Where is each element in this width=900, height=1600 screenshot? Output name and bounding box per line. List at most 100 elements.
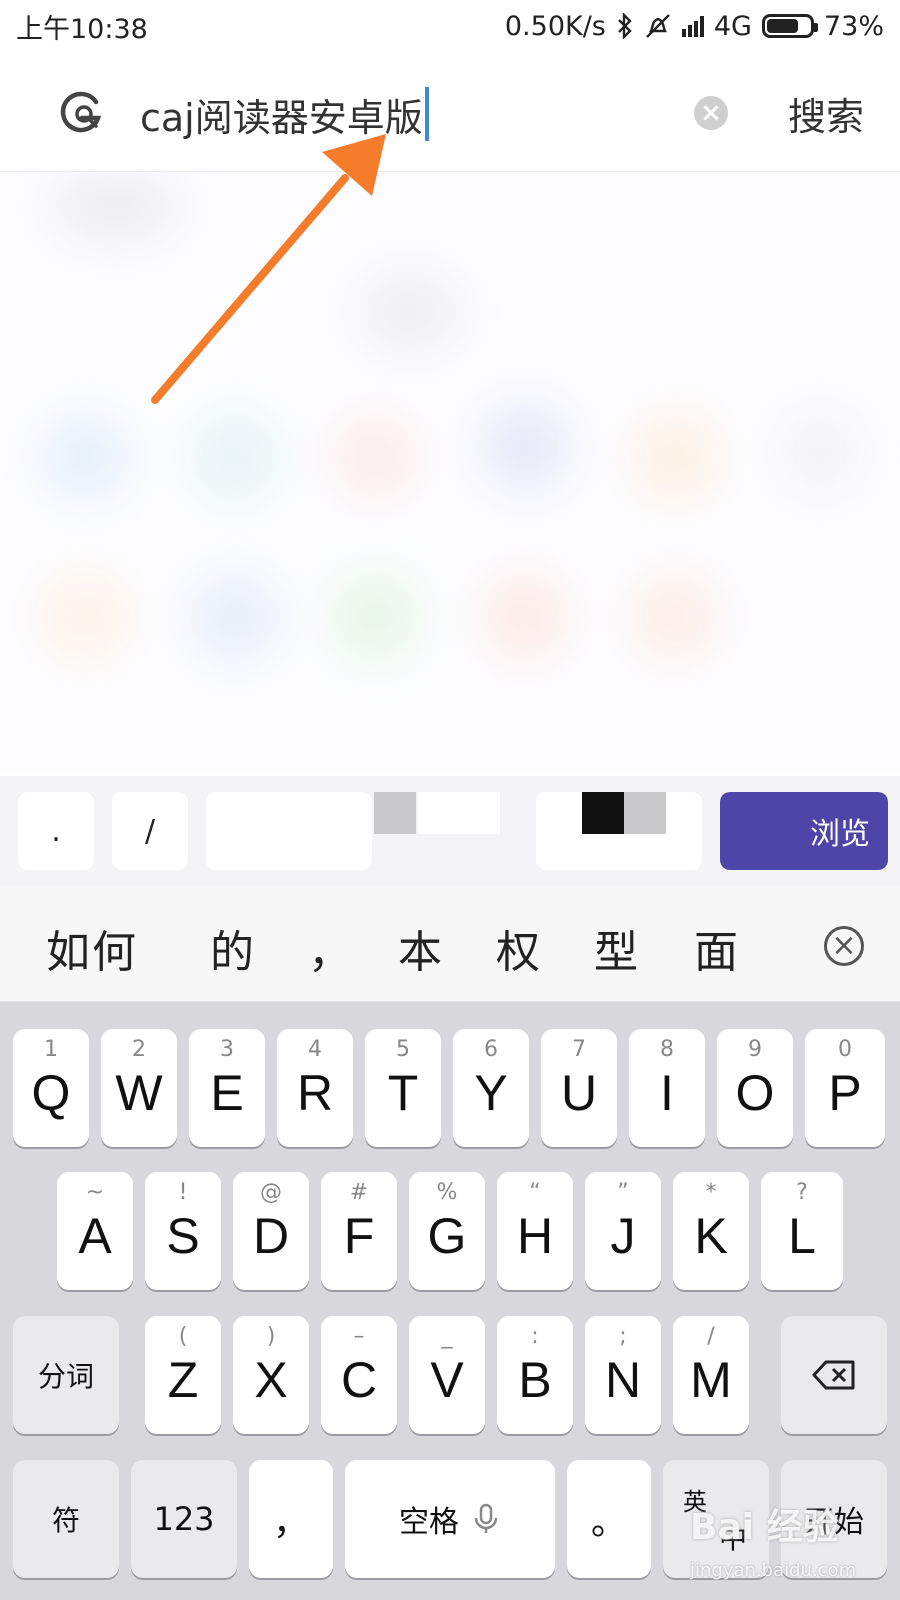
search-query-text: caj阅读器安卓版 [140, 95, 423, 140]
key-sub: 4 [308, 1037, 322, 1062]
bluetooth-icon [618, 13, 632, 39]
signal-icon [681, 15, 704, 37]
candidate-word[interactable]: ， [308, 916, 354, 980]
symbols-key[interactable]: 符 [13, 1460, 119, 1578]
candidate-word[interactable]: 型 [594, 916, 640, 980]
segment-key[interactable]: 分词 [13, 1316, 119, 1434]
key-u[interactable]: 7U [541, 1029, 617, 1147]
candidate-word[interactable]: 权 [496, 916, 542, 980]
key-s[interactable]: ! S [145, 1172, 221, 1290]
key-letter: V [430, 1352, 464, 1408]
quick-suggestion-key[interactable] [418, 792, 500, 834]
quick-slash-key[interactable]: / [112, 792, 188, 870]
g-search-icon[interactable] [56, 88, 106, 138]
key-sub: ? [796, 1180, 808, 1205]
key-i[interactable]: 8I [629, 1029, 705, 1147]
key-letter: E [210, 1065, 244, 1121]
key-sub: _ [441, 1324, 453, 1349]
key-sub: ~ [85, 1180, 105, 1205]
browse-button[interactable]: 浏览 [720, 792, 888, 870]
key-letter: U [560, 1065, 598, 1121]
key-sub: / [707, 1324, 715, 1349]
key-l[interactable]: ? L [761, 1172, 843, 1290]
key-d[interactable]: @ D [233, 1172, 309, 1290]
key-y[interactable]: 6Y [453, 1029, 529, 1147]
key-sub: 9 [748, 1037, 762, 1062]
candidate-word[interactable]: 的 [210, 916, 256, 980]
key-m[interactable]: / M [673, 1316, 749, 1434]
quick-dot-key[interactable]: . [18, 792, 94, 870]
key-letter: H [516, 1208, 554, 1264]
key-letter: J [610, 1208, 636, 1264]
key-letter: I [660, 1065, 674, 1121]
key-sub: ( [178, 1324, 188, 1349]
key-letter: Q [31, 1065, 71, 1121]
quick-suggestion-key[interactable] [206, 792, 372, 870]
key-j[interactable]: ” J [585, 1172, 661, 1290]
close-circle-icon[interactable]: × [824, 926, 864, 966]
clear-circle-icon[interactable]: × [694, 96, 728, 130]
key-c[interactable]: – C [321, 1316, 397, 1434]
search-button[interactable]: 搜索 [788, 86, 864, 141]
key-b[interactable]: :B [497, 1316, 573, 1434]
key-h[interactable]: “H [497, 1172, 573, 1290]
key-x[interactable]: ) X [233, 1316, 309, 1434]
key-sub: : [531, 1324, 539, 1349]
comma-key[interactable]: ， [249, 1460, 333, 1578]
key-r[interactable]: 4R [277, 1029, 353, 1147]
key-g[interactable]: % G [409, 1172, 485, 1290]
numbers-key[interactable]: 123 [131, 1460, 237, 1578]
candidate-word[interactable]: 本 [398, 916, 444, 980]
key-sub: 1 [44, 1037, 58, 1062]
redacted-block [624, 792, 666, 834]
text-caret [424, 87, 429, 141]
key-letter: N [604, 1352, 642, 1408]
key-z[interactable]: (Z [145, 1316, 221, 1434]
key-q[interactable]: 1Q [13, 1029, 89, 1147]
key-sub: 7 [572, 1037, 586, 1062]
key-o[interactable]: 9O [717, 1029, 793, 1147]
key-v[interactable]: _ V [409, 1316, 485, 1434]
quick-input-strip: . / 浏览 [0, 776, 900, 886]
redacted-block [582, 792, 624, 834]
key-sub: “ [529, 1180, 541, 1205]
candidate-word[interactable]: 面 [694, 916, 740, 980]
key-sub: # [349, 1180, 369, 1205]
key-letter: R [296, 1065, 334, 1121]
key-letter: K [694, 1208, 728, 1264]
key-k[interactable]: * K [673, 1172, 749, 1290]
redacted-block [374, 792, 416, 834]
key-letter: F [343, 1208, 375, 1264]
period-key[interactable]: 。 [567, 1460, 651, 1578]
key-letter: Z [167, 1352, 199, 1408]
blurred-content [0, 172, 900, 772]
watermark-url: jingyan.baidu.com [690, 1560, 857, 1581]
key-t[interactable]: 5T [365, 1029, 441, 1147]
battery-percent: 73% [823, 10, 884, 42]
search-input[interactable]: caj阅读器安卓版 [140, 86, 429, 142]
space-key[interactable]: 空格 [345, 1460, 555, 1578]
key-letter: T [387, 1065, 419, 1121]
key-letter: A [78, 1208, 112, 1264]
candidate-word[interactable]: 如何 [46, 916, 138, 980]
candidate-bar: 如何 的 ， 本 权 型 面 [0, 886, 900, 1002]
key-sub: ) [266, 1324, 276, 1349]
key-p[interactable]: 0P [805, 1029, 885, 1147]
backspace-icon [812, 1360, 855, 1390]
key-sub: % [436, 1180, 458, 1205]
key-letter: W [115, 1065, 163, 1121]
key-letter: L [788, 1208, 816, 1264]
key-sub: 6 [484, 1037, 498, 1062]
key-a[interactable]: ~ A [57, 1172, 133, 1290]
backspace-key[interactable] [781, 1316, 887, 1434]
key-letter: C [340, 1352, 378, 1408]
key-letter: S [166, 1208, 200, 1264]
key-n[interactable]: ; N [585, 1316, 661, 1434]
key-letter: D [252, 1208, 290, 1264]
status-bar: 上午10:38 0.50K/s 4G 73% [0, 0, 900, 52]
key-e[interactable]: 3E [189, 1029, 265, 1147]
key-sub: ! [178, 1180, 188, 1205]
network-type: 4G [713, 10, 752, 42]
key-w[interactable]: 2W [101, 1029, 177, 1147]
key-f[interactable]: # F [321, 1172, 397, 1290]
